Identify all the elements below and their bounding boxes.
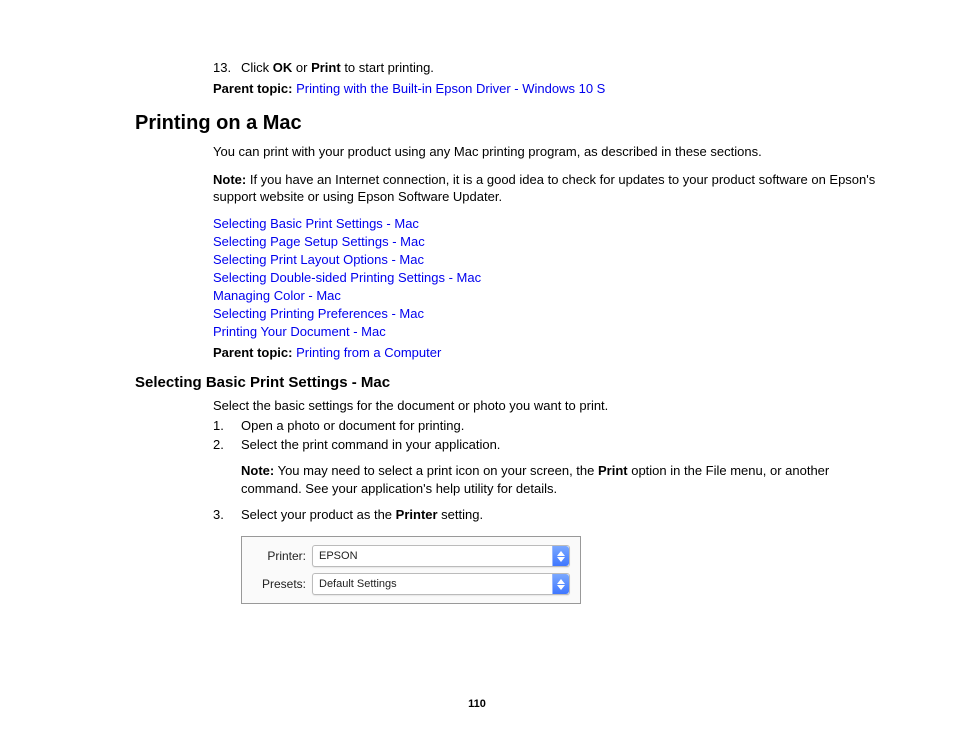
link-layout-options[interactable]: Selecting Print Layout Options - Mac — [213, 252, 914, 267]
link-page-setup[interactable]: Selecting Page Setup Settings - Mac — [213, 234, 914, 249]
link-basic-settings[interactable]: Selecting Basic Print Settings - Mac — [213, 216, 914, 231]
heading-basic-settings: Selecting Basic Print Settings - Mac — [135, 374, 914, 391]
intro-text: You can print with your product using an… — [213, 143, 914, 161]
step-text: Click OK or Print to start printing. — [241, 60, 434, 75]
step-2: 2. Select the print command in your appl… — [213, 437, 914, 452]
note-updates: Note: If you have an Internet connection… — [213, 171, 914, 206]
topic-links: Selecting Basic Print Settings - Mac Sel… — [213, 216, 914, 339]
print-settings-panel: Printer: EPSON Presets: Default Settings — [241, 536, 581, 604]
link-printing-doc[interactable]: Printing Your Document - Mac — [213, 324, 914, 339]
note-print-command: Note: You may need to select a print ico… — [241, 462, 871, 497]
printer-dropdown[interactable]: EPSON — [312, 545, 570, 567]
step-number: 13. — [213, 60, 241, 75]
step-1: 1. Open a photo or document for printing… — [213, 418, 914, 433]
heading-printing-mac: Printing on a Mac — [135, 112, 914, 135]
printer-label: Printer: — [252, 549, 312, 563]
step-3: 3. Select your product as the Printer se… — [213, 507, 914, 522]
link-printing-prefs[interactable]: Selecting Printing Preferences - Mac — [213, 306, 914, 321]
sub-intro-text: Select the basic settings for the docume… — [213, 397, 914, 415]
step-13: 13. Click OK or Print to start printing. — [213, 60, 914, 75]
page-number: 110 — [0, 698, 954, 710]
step-3-text: Select your product as the Printer setti… — [241, 507, 483, 522]
chevron-updown-icon — [552, 574, 569, 594]
link-double-sided[interactable]: Selecting Double-sided Printing Settings… — [213, 270, 914, 285]
parent-topic-link-1[interactable]: Printing with the Built-in Epson Driver … — [296, 81, 605, 96]
link-managing-color[interactable]: Managing Color - Mac — [213, 288, 914, 303]
chevron-updown-icon — [552, 546, 569, 566]
parent-topic-2: Parent topic: Printing from a Computer — [213, 345, 914, 360]
presets-label: Presets: — [252, 577, 312, 591]
parent-topic-1: Parent topic: Printing with the Built-in… — [213, 81, 914, 96]
presets-dropdown[interactable]: Default Settings — [312, 573, 570, 595]
parent-topic-link-2[interactable]: Printing from a Computer — [296, 345, 441, 360]
